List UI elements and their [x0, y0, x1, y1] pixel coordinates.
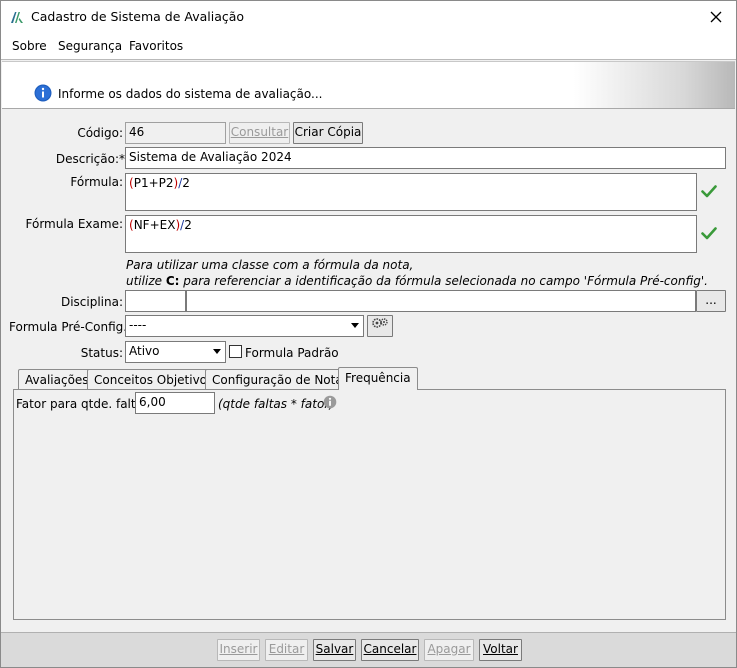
close-icon: [710, 11, 722, 23]
default-formula-label: Formula Padrão: [245, 346, 339, 360]
description-field[interactable]: Sistema de Avaliação 2024: [125, 147, 726, 169]
main-window: Cadastro de Sistema de Avaliação Sobre S…: [0, 0, 737, 668]
exam-formula-label: Fórmula Exame:: [25, 217, 124, 231]
formula-valid-check-icon: [701, 185, 717, 198]
close-button[interactable]: [696, 1, 736, 33]
factor-label: Fator para qtde. faltas:: [16, 397, 154, 411]
code-label: Código:: [77, 126, 123, 140]
back-button-label: Voltar: [483, 642, 518, 656]
window-title: Cadastro de Sistema de Avaliação: [31, 9, 245, 24]
tab-frequencia[interactable]: Frequência: [338, 367, 418, 390]
default-formula-checkbox[interactable]: [229, 345, 242, 358]
consult-button-label: Consultar: [230, 125, 289, 139]
menu-bar: Sobre Segurança Favoritos: [1, 33, 736, 60]
consult-button[interactable]: Consultar: [229, 122, 290, 144]
formula-hint-line1: Para utilizar uma classe com a fórmula d…: [126, 258, 414, 272]
exam-formula-valid-check-icon: [701, 227, 717, 240]
gears-icon: [372, 318, 388, 328]
description-label: Descrição:*: [55, 152, 125, 166]
code-field[interactable]: 46: [125, 122, 226, 144]
status-label: Status:: [80, 346, 123, 360]
save-button[interactable]: Salvar: [313, 639, 356, 661]
delete-button-label: Apagar: [427, 642, 471, 656]
tab-conceitos-objetivos[interactable]: Conceitos Objetivos: [87, 369, 221, 389]
info-icon[interactable]: [323, 395, 337, 409]
app-logo-icon: [11, 12, 23, 23]
hint-prefix: utilize: [126, 274, 166, 288]
factor-hint: (qtde faltas * fator): [218, 397, 334, 411]
formula-label: Fórmula:: [70, 175, 123, 189]
frequency-panel: Fator para qtde. faltas: 6,00 (qtde falt…: [13, 389, 726, 620]
subject-code-field[interactable]: [125, 290, 186, 312]
back-button[interactable]: Voltar: [479, 639, 522, 661]
create-copy-button[interactable]: Criar Cópia: [293, 122, 363, 144]
hint-suffix: para referenciar a identificação da fórm…: [179, 274, 708, 288]
cancel-button[interactable]: Cancelar: [361, 639, 419, 661]
status-selected: Ativo: [129, 344, 160, 358]
preconfig-label: Formula Pré-Config.:: [9, 320, 132, 334]
factor-field[interactable]: 6,00: [135, 392, 215, 414]
cancel-button-label: Cancelar: [363, 642, 417, 656]
preconfig-select[interactable]: ----: [125, 315, 364, 337]
exam-formula-field[interactable]: (NF+EX)/2: [125, 215, 697, 253]
menu-favorites[interactable]: Favoritos: [129, 39, 183, 53]
edit-button[interactable]: Editar: [265, 639, 308, 661]
menu-security[interactable]: Segurança: [58, 39, 122, 53]
delete-button[interactable]: Apagar: [424, 639, 474, 661]
info-icon: [34, 84, 52, 102]
hint-code: C:: [165, 274, 180, 288]
subject-name-field[interactable]: [186, 290, 696, 312]
formula-field[interactable]: (P1+P2)/2: [125, 173, 697, 211]
chevron-down-icon: [213, 349, 221, 354]
insert-button[interactable]: Inserir: [217, 639, 260, 661]
insert-button-label: Inserir: [219, 642, 258, 656]
title-bar: Cadastro de Sistema de Avaliação: [1, 1, 736, 33]
exam-formula-text: (NF+EX)/2: [129, 218, 192, 232]
preconfig-selected: ----: [129, 318, 147, 332]
edit-button-label: Editar: [268, 642, 305, 656]
banner-message: Informe os dados do sistema de avaliação…: [58, 87, 323, 101]
tab-configuracao-notas[interactable]: Configuração de Notas: [205, 369, 356, 389]
formula-hint-line2: utilize C: para referenciar a identifica…: [126, 274, 708, 288]
formula-text: (P1+P2)/2: [129, 176, 190, 190]
tab-avaliacoes[interactable]: Avaliações: [18, 369, 96, 389]
subject-browse-button[interactable]: ...: [696, 290, 726, 312]
save-button-label: Salvar: [315, 642, 354, 656]
info-banner: Informe os dados do sistema de avaliação…: [2, 61, 735, 109]
subject-label: Disciplina:: [60, 295, 123, 309]
status-select[interactable]: Ativo: [125, 341, 226, 363]
chevron-down-icon: [351, 323, 359, 328]
preconfig-settings-button[interactable]: [367, 315, 393, 337]
menu-about[interactable]: Sobre: [12, 39, 47, 53]
action-bar: Inserir Editar Salvar Cancelar Apagar Vo…: [1, 632, 736, 667]
